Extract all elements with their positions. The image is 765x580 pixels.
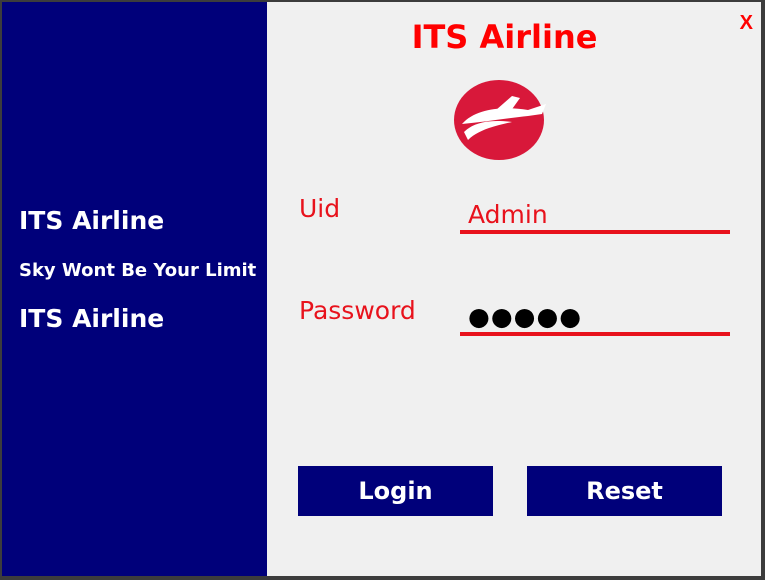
uid-input[interactable] bbox=[460, 198, 730, 234]
app-title: ITS Airline bbox=[411, 18, 598, 56]
login-form: X ITS Airline Uid Password Login Reset bbox=[267, 2, 761, 576]
login-button[interactable]: Login bbox=[298, 466, 493, 516]
branding-panel: ITS Airline Sky Wont Be Your Limit ITS A… bbox=[2, 2, 267, 576]
brand-name-top: ITS Airline bbox=[19, 206, 165, 235]
airplane-logo-icon bbox=[454, 80, 546, 160]
brand-name-bottom: ITS Airline bbox=[19, 304, 165, 333]
password-label: Password bbox=[299, 296, 416, 325]
password-input[interactable] bbox=[460, 300, 730, 336]
login-window: ITS Airline Sky Wont Be Your Limit ITS A… bbox=[2, 2, 761, 576]
brand-tagline: Sky Wont Be Your Limit bbox=[19, 260, 257, 281]
reset-button[interactable]: Reset bbox=[527, 466, 722, 516]
uid-label: Uid bbox=[299, 194, 341, 223]
